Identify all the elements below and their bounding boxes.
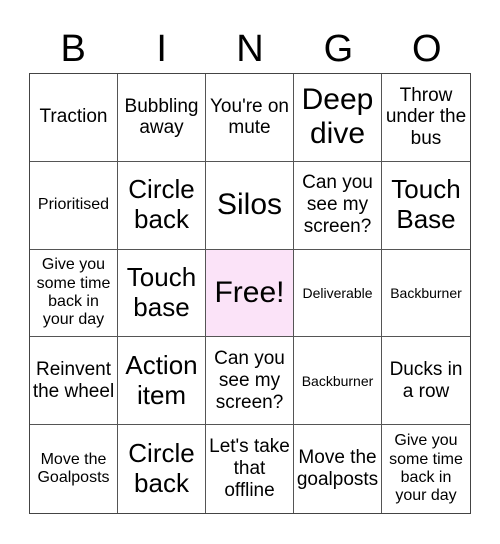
- bingo-cell[interactable]: Prioritised: [30, 161, 118, 250]
- cell-label: Give you some time back in your day: [389, 432, 463, 505]
- bingo-cell[interactable]: Circle back: [118, 425, 206, 513]
- cell-label: Give you some time back in your day: [36, 256, 111, 329]
- bingo-cell[interactable]: Give you some time back in your day: [30, 249, 118, 338]
- cell-label: Can you see my screen?: [302, 172, 373, 238]
- cell-label: Touch base: [126, 262, 197, 322]
- cell-label: Backburner: [301, 372, 374, 389]
- bingo-card-grid: Traction Bubbling away You're on mute Deep …: [29, 73, 471, 514]
- cell-label: Prioritised: [37, 196, 110, 213]
- header-letter-i: I: [156, 28, 167, 70]
- cell-label: Circle back: [128, 174, 195, 235]
- cell-label: Touch Base: [391, 174, 461, 235]
- cell-label: Action item: [125, 349, 198, 410]
- bingo-cell[interactable]: Let's take that offline: [206, 425, 294, 513]
- cell-label: You're on mute: [210, 95, 289, 139]
- cell-label: Traction: [39, 106, 108, 128]
- bingo-cell[interactable]: Deliverable: [294, 249, 382, 338]
- bingo-cell[interactable]: Deep dive: [294, 74, 382, 162]
- header-letter-n: N: [236, 28, 264, 70]
- bingo-cell[interactable]: Touch Base: [382, 162, 470, 250]
- bingo-header: B I N G O: [29, 26, 471, 72]
- cell-label: Can you see my screen?: [214, 348, 285, 413]
- bingo-cell[interactable]: Ducks in a row: [382, 337, 470, 426]
- bingo-cell[interactable]: Circle back: [118, 161, 206, 250]
- bingo-cell[interactable]: Action item: [118, 337, 206, 426]
- bingo-cell[interactable]: Silos: [206, 161, 294, 250]
- cell-label: Ducks in a row: [389, 358, 463, 402]
- bingo-cell[interactable]: Move the goalposts: [294, 425, 382, 513]
- cell-label: Deep dive: [301, 82, 374, 151]
- bingo-cell[interactable]: Reinvent the wheel: [30, 337, 118, 426]
- bingo-cell[interactable]: Throw under the bus: [382, 74, 470, 162]
- bingo-cell[interactable]: Touch base: [118, 249, 206, 338]
- cell-label: Circle back: [128, 438, 195, 499]
- bingo-cell[interactable]: Give you some time back in your day: [382, 425, 470, 513]
- header-letter-b: B: [60, 28, 86, 70]
- cell-label: Move the goalposts: [296, 447, 379, 491]
- cell-label: Deliverable: [302, 284, 373, 301]
- cell-label: Move the Goalposts: [37, 450, 110, 487]
- cell-label: Backburner: [390, 284, 462, 301]
- bingo-cell[interactable]: Traction: [30, 74, 118, 162]
- cell-label: Free!: [214, 275, 285, 309]
- bingo-cell[interactable]: Move the Goalposts: [30, 425, 118, 513]
- cell-label: Let's take that offline: [209, 436, 290, 502]
- bingo-cell[interactable]: You're on mute: [206, 74, 294, 162]
- bingo-cell[interactable]: Can you see my screen?: [294, 161, 382, 250]
- header-letter-o: O: [412, 28, 442, 70]
- bingo-cell[interactable]: Backburner: [382, 250, 470, 338]
- cell-label: Reinvent the wheel: [32, 358, 115, 402]
- cell-label: Throw under the bus: [385, 84, 467, 150]
- bingo-cell[interactable]: Can you see my screen?: [206, 337, 294, 426]
- cell-label: Silos: [216, 187, 283, 221]
- header-letter-g: G: [323, 28, 354, 70]
- cell-label: Bubbling away: [124, 95, 199, 139]
- free-space-cell[interactable]: Free!: [206, 249, 294, 338]
- bingo-cell[interactable]: Bubbling away: [118, 74, 206, 162]
- bingo-cell[interactable]: Backburner: [294, 337, 382, 426]
